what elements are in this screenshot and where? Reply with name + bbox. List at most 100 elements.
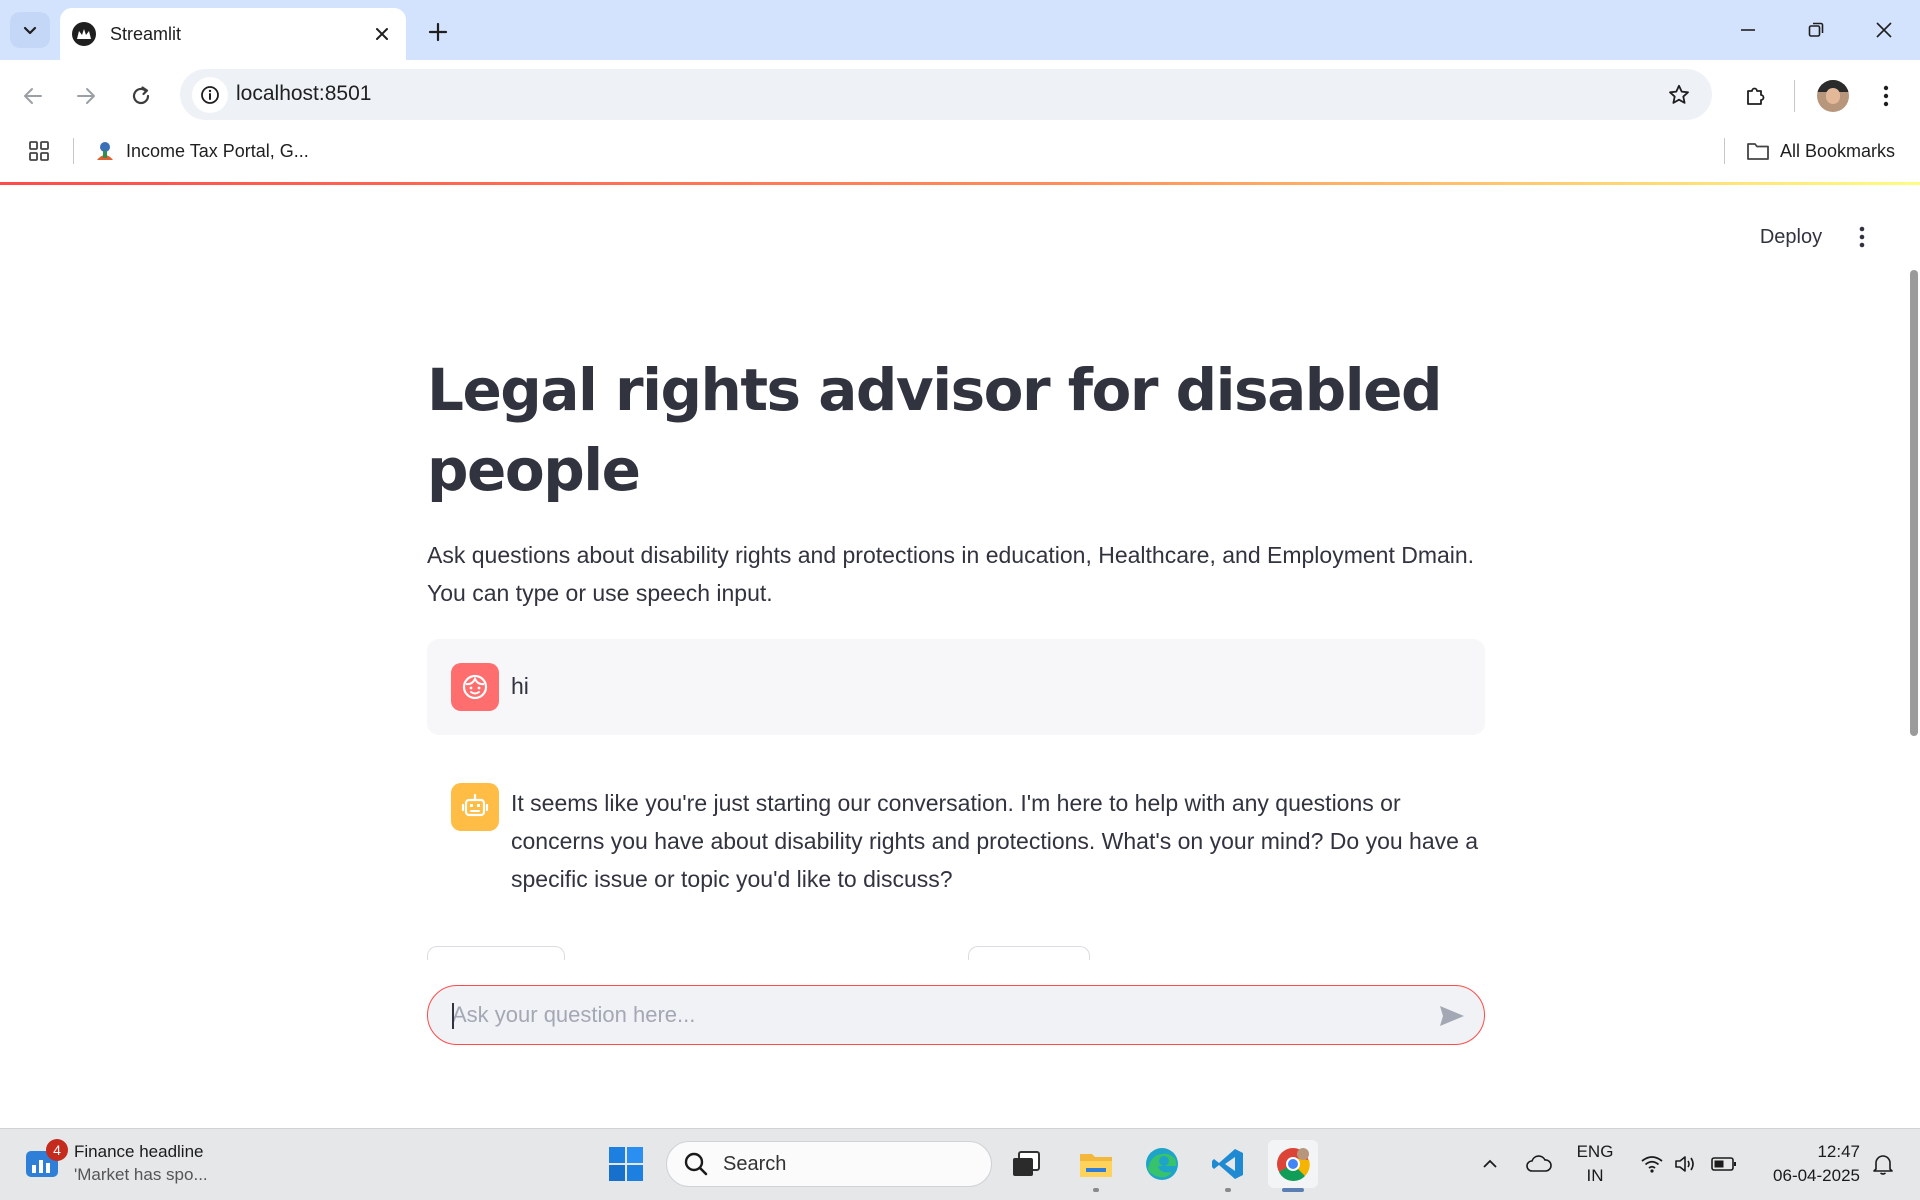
toolbar-divider — [1794, 80, 1795, 112]
new-tab-button[interactable] — [420, 14, 456, 50]
bookmark-separator — [1724, 138, 1725, 164]
task-view-icon — [1013, 1151, 1040, 1176]
notification-badge: 4 — [46, 1139, 68, 1161]
tab-search-button[interactable] — [10, 12, 50, 48]
news-widget[interactable]: 4 Finance headline 'Market has spo... — [24, 1139, 208, 1187]
window-close-button[interactable] — [1864, 10, 1904, 50]
page-description: Ask questions about disability rights an… — [427, 542, 1475, 606]
restore-button[interactable] — [1796, 10, 1836, 50]
start-button[interactable] — [601, 1140, 651, 1188]
cutoff-widget-right[interactable] — [968, 946, 1090, 960]
wifi-icon — [1641, 1156, 1663, 1173]
close-icon — [1876, 22, 1892, 38]
widget-title: Finance headline — [74, 1142, 204, 1161]
minimize-button[interactable] — [1728, 10, 1768, 50]
bookmark-separator — [73, 138, 74, 164]
chrome-button[interactable] — [1268, 1140, 1318, 1192]
speaker-icon — [1675, 1156, 1694, 1172]
taskbar-search-label: Search — [723, 1152, 787, 1175]
apps-shortcut[interactable] — [24, 136, 54, 166]
tab-title: Streamlit — [110, 23, 182, 44]
show-hidden-icons-button[interactable] — [1478, 1140, 1502, 1188]
clock-date: 06-04-2025 — [1773, 1166, 1860, 1185]
avatar-face — [1826, 88, 1840, 104]
battery-status[interactable] — [1708, 1140, 1740, 1188]
cloud-icon — [1526, 1155, 1552, 1172]
arrow-left-icon — [24, 88, 42, 104]
language-line1: ENG — [1576, 1142, 1614, 1161]
kebab-menu-icon — [1859, 226, 1865, 248]
chat-message-text: It seems like you're just starting our c… — [511, 790, 1479, 892]
wifi-status[interactable] — [1638, 1140, 1666, 1188]
restore-icon — [1808, 22, 1824, 37]
forward-button[interactable] — [66, 76, 106, 116]
deploy-button[interactable]: Deploy — [1744, 217, 1838, 257]
windows-logo-icon — [609, 1147, 643, 1181]
onedrive-button[interactable] — [1522, 1140, 1556, 1188]
user-face-icon — [451, 663, 499, 711]
chat-message-text: hi — [511, 673, 529, 699]
folder-icon — [1080, 1154, 1112, 1177]
vscode-button[interactable] — [1203, 1140, 1253, 1192]
chrome-logo-icon — [1277, 1148, 1310, 1181]
text-caret — [452, 1003, 454, 1029]
chevron-up-icon — [1483, 1159, 1497, 1168]
apps-grid-icon — [29, 141, 49, 161]
streamlit-decoration-bar — [0, 182, 1920, 185]
cutoff-widget-left[interactable] — [427, 946, 565, 960]
language-line2: IN — [1586, 1166, 1604, 1185]
edge-logo-icon — [1146, 1148, 1178, 1180]
streamlit-favicon-icon — [72, 22, 96, 46]
page-scrollbar[interactable] — [1910, 270, 1918, 736]
minimize-icon — [1741, 29, 1755, 31]
widget-subtitle: 'Market has spo... — [74, 1165, 208, 1184]
bookmark-income-tax[interactable]: Income Tax Portal, G... — [94, 136, 309, 166]
bookmark-star-icon[interactable] — [1664, 80, 1694, 110]
plus-icon — [428, 22, 448, 42]
puzzle-icon — [1747, 87, 1765, 105]
task-view-button[interactable] — [1001, 1140, 1051, 1188]
chat-message-assistant: It seems like you're just starting our c… — [427, 767, 1485, 907]
page-title: Legal rights advisor for disabled people — [427, 356, 1442, 504]
chat-message-user: hi — [427, 639, 1485, 735]
reload-icon — [132, 86, 150, 105]
income-tax-favicon-icon — [97, 142, 113, 160]
taskbar-search-box[interactable]: Search — [666, 1141, 992, 1187]
tab-close-icon[interactable] — [368, 20, 396, 48]
active-indicator — [1282, 1188, 1304, 1192]
site-info-icon[interactable] — [192, 77, 228, 113]
language-indicator[interactable]: ENG IN — [1574, 1140, 1616, 1188]
back-button[interactable] — [13, 76, 53, 116]
stocks-widget-icon: 4 — [24, 1139, 68, 1183]
extensions-button[interactable] — [1735, 76, 1775, 116]
bookmark-label: Income Tax Portal, G... — [126, 140, 309, 161]
reload-button[interactable] — [121, 76, 161, 116]
browser-tab-streamlit[interactable]: Streamlit — [60, 8, 406, 60]
send-icon[interactable] — [1436, 1000, 1468, 1032]
profile-avatar[interactable] — [1817, 80, 1849, 112]
browser-menu-button[interactable] — [1868, 76, 1904, 116]
app-main-menu-button[interactable] — [1844, 217, 1880, 257]
running-indicator — [1093, 1188, 1099, 1192]
notifications-button[interactable] — [1866, 1140, 1900, 1188]
system-clock[interactable]: 12:47 06-04-2025 — [1750, 1140, 1860, 1188]
chat-input-box[interactable] — [427, 985, 1485, 1045]
edge-browser-button[interactable] — [1137, 1140, 1187, 1188]
volume-status[interactable] — [1672, 1140, 1700, 1188]
address-bar[interactable]: localhost:8501 — [180, 69, 1712, 120]
file-explorer-button[interactable] — [1071, 1140, 1121, 1192]
bell-snooze-icon — [1873, 1155, 1893, 1175]
search-icon — [684, 1152, 708, 1176]
folder-icon — [1747, 143, 1769, 160]
kebab-menu-icon — [1883, 85, 1889, 107]
chevron-down-icon — [23, 26, 37, 35]
arrow-right-icon — [77, 88, 95, 104]
all-bookmarks-label: All Bookmarks — [1780, 140, 1896, 161]
vscode-logo-icon — [1212, 1149, 1243, 1179]
bot-icon — [451, 783, 499, 831]
battery-icon — [1711, 1157, 1736, 1171]
url-text[interactable]: localhost:8501 — [236, 82, 371, 106]
chat-input-field[interactable] — [452, 994, 1392, 1036]
all-bookmarks-button[interactable]: All Bookmarks — [1746, 136, 1895, 166]
clock-time: 12:47 — [1817, 1142, 1860, 1161]
